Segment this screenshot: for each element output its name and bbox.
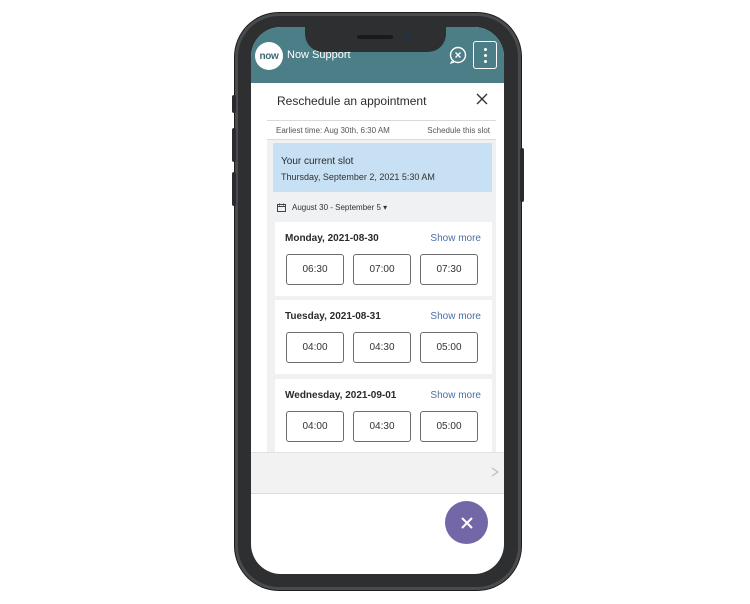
now-logo: now (255, 42, 283, 70)
day-card-monday: Monday, 2021-08-30 Show more 06:30 07:00… (275, 222, 492, 296)
panel-title: Reschedule an appointment (277, 94, 427, 108)
day-title: Tuesday, 2021-08-31 (285, 311, 381, 322)
chat-close-icon[interactable] (449, 46, 467, 64)
close-chat-fab[interactable] (445, 501, 488, 544)
time-slot-button[interactable]: 04:00 (286, 411, 344, 442)
time-slot-button[interactable]: 07:30 (420, 254, 478, 285)
day-card-tuesday: Tuesday, 2021-08-31 Show more 04:00 04:3… (275, 300, 492, 374)
current-slot-label: Your current slot (281, 156, 354, 167)
close-icon[interactable] (475, 92, 489, 106)
phone-screen: now Now Support Reschedule an appointmen… (251, 27, 504, 574)
front-camera (404, 34, 410, 40)
current-slot-value: Thursday, September 2, 2021 5:30 AM (281, 172, 435, 182)
show-more-link[interactable]: Show more (430, 233, 481, 244)
time-slot-button[interactable]: 07:00 (353, 254, 411, 285)
more-vertical-icon (483, 47, 487, 51)
phone-power-button (520, 148, 524, 202)
time-slot-button[interactable]: 05:00 (420, 332, 478, 363)
week-range-label: August 30 - September 5 ▾ (292, 202, 388, 212)
reschedule-panel: Reschedule an appointment Earliest time:… (267, 83, 496, 452)
more-options-button[interactable] (473, 41, 497, 69)
show-more-link[interactable]: Show more (430, 390, 481, 401)
phone-volume-up (232, 128, 236, 162)
message-input-bar[interactable] (251, 452, 504, 494)
earliest-time-row: Earliest time: Aug 30th, 6:30 AM Schedul… (267, 121, 496, 140)
time-slot-button[interactable]: 04:30 (353, 332, 411, 363)
day-title: Wednesday, 2021-09-01 (285, 390, 397, 401)
calendar-icon (277, 203, 286, 212)
phone-notch (305, 26, 446, 52)
current-slot-banner: Your current slot Thursday, September 2,… (273, 143, 492, 192)
close-fab-icon (460, 516, 473, 529)
time-slot-button[interactable]: 04:00 (286, 332, 344, 363)
time-slot-button[interactable]: 06:30 (286, 254, 344, 285)
schedule-this-slot-link[interactable]: Schedule this slot (427, 126, 490, 135)
time-slot-button[interactable]: 04:30 (353, 411, 411, 442)
day-title: Monday, 2021-08-30 (285, 233, 379, 244)
time-slot-button[interactable]: 05:00 (420, 411, 478, 442)
show-more-link[interactable]: Show more (430, 311, 481, 322)
earliest-time-text: Earliest time: Aug 30th, 6:30 AM (276, 126, 390, 135)
phone-volume-down (232, 172, 236, 206)
day-card-wednesday: Wednesday, 2021-09-01 Show more 04:00 04… (275, 379, 492, 452)
send-icon[interactable] (491, 467, 499, 477)
week-range-selector[interactable]: August 30 - September 5 ▾ (277, 200, 387, 214)
phone-silent-switch (232, 95, 236, 113)
speaker-grille (357, 35, 393, 39)
panel-header: Reschedule an appointment (267, 83, 496, 121)
